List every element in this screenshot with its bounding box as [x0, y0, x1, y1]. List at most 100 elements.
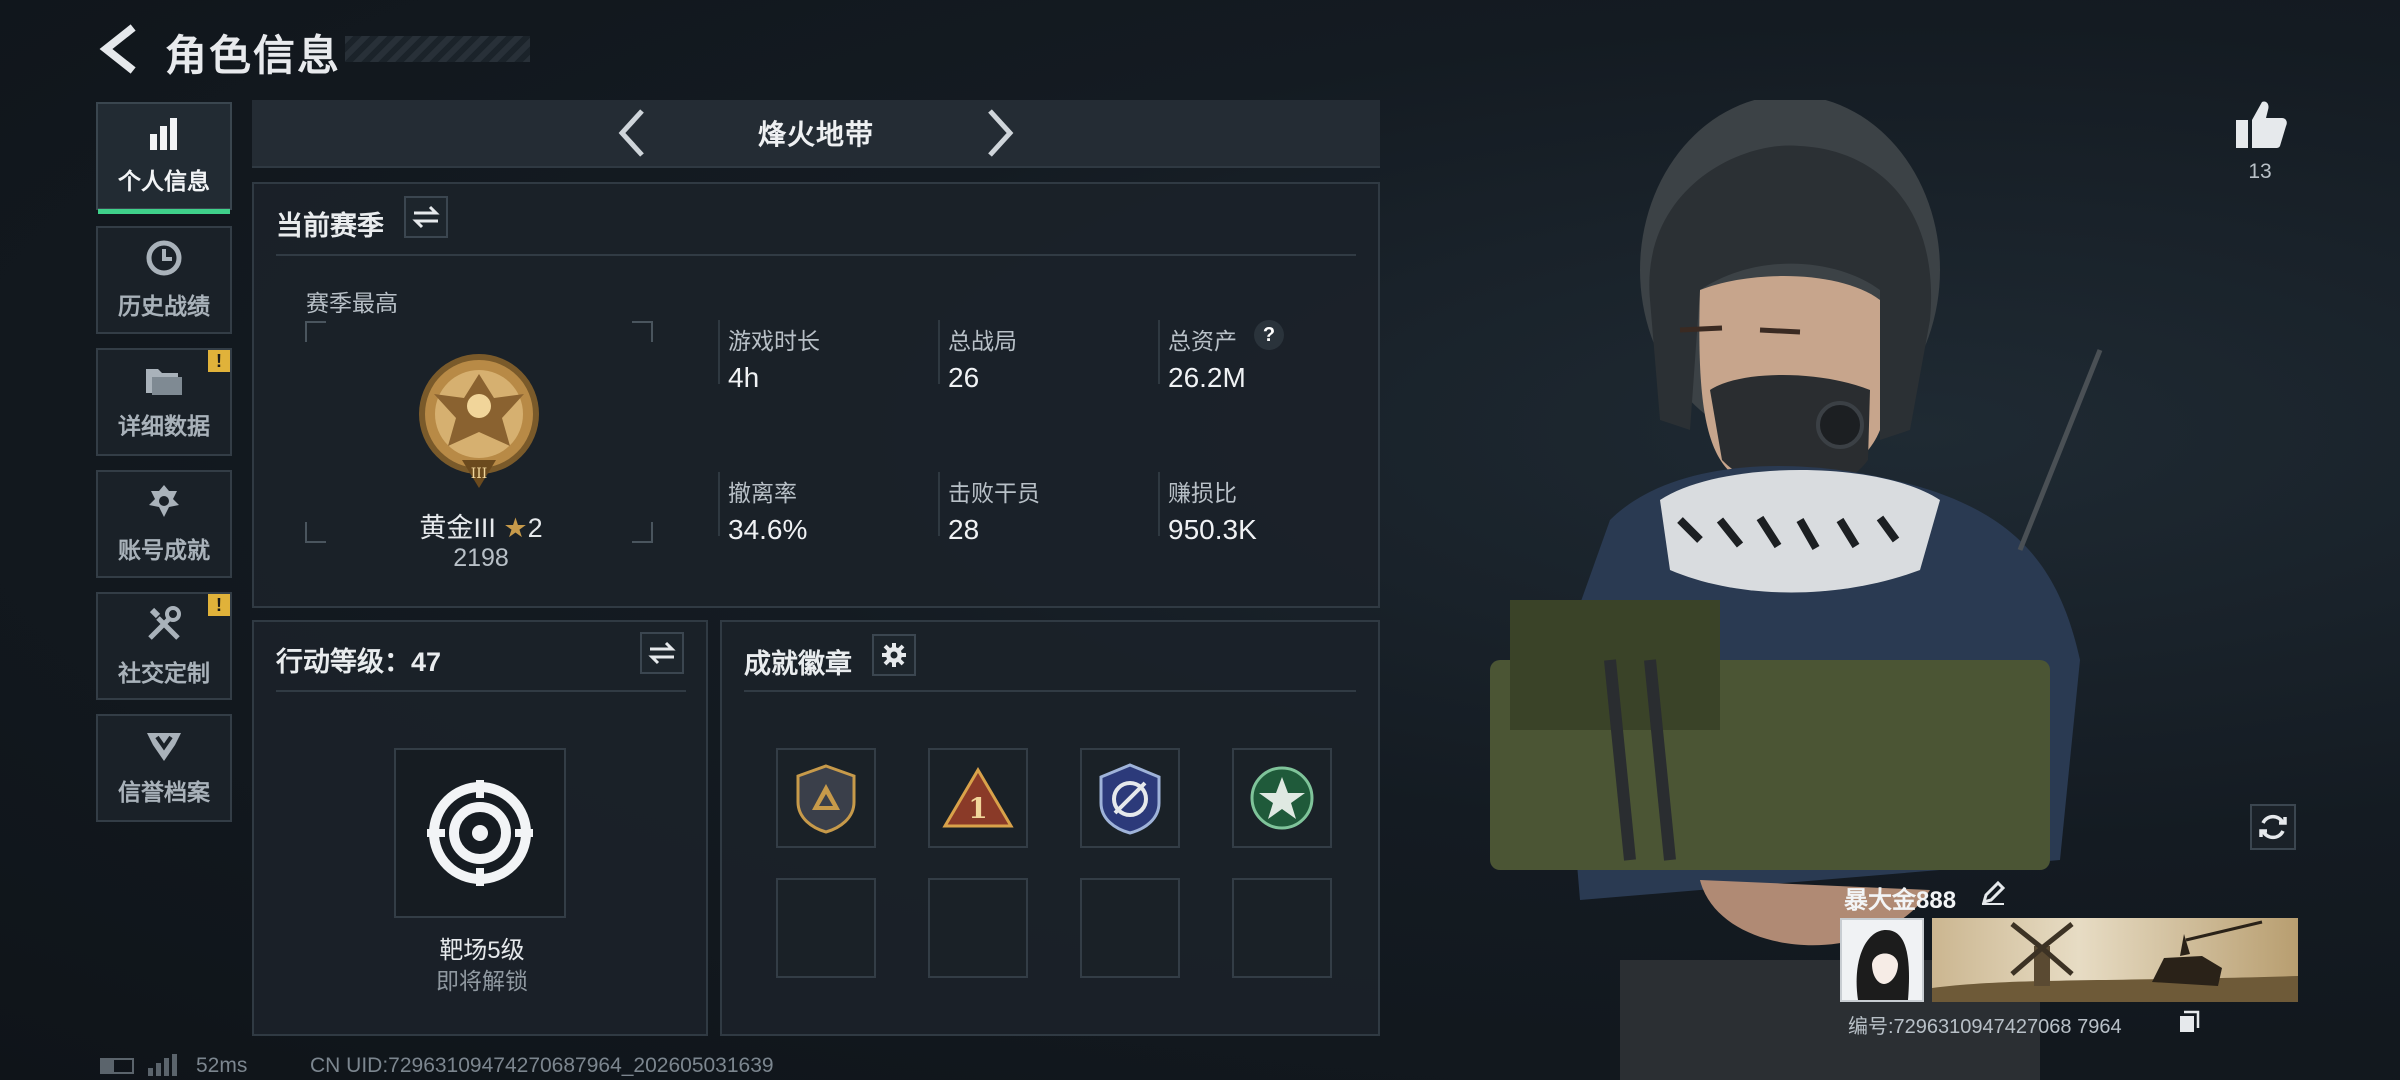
help-icon[interactable]: ?: [1254, 320, 1284, 350]
rank-stars: 2: [527, 513, 543, 543]
season-switch-button[interactable]: [404, 196, 448, 238]
chevron-right-icon: [988, 109, 1014, 157]
empty-badge-slot[interactable]: [1080, 878, 1180, 978]
back-button[interactable]: [96, 22, 140, 76]
next-mode-button[interactable]: [980, 105, 1020, 161]
sidebar-item-label: 详细数据: [118, 413, 210, 439]
sidebar-item-credit-record[interactable]: 信誉档案: [96, 714, 232, 822]
sidebar-item-social-custom[interactable]: ! 社交定制: [96, 592, 232, 700]
stat-value: 34.6%: [728, 514, 808, 545]
player-id: 编号:7296310947427068 7964: [1848, 1016, 2122, 1038]
target-icon: [427, 780, 533, 886]
season-best-label: 赛季最高: [306, 290, 398, 316]
season-panel: 当前赛季 赛季最高 III 黄金III ★2 2198 游戏时长 4h 总战局 …: [252, 182, 1380, 608]
range-unlock-slot[interactable]: [394, 748, 566, 918]
swap-icon: [412, 205, 440, 229]
stat-separator: [1158, 320, 1160, 384]
stat-value: 28: [948, 514, 980, 545]
star-wreath-badge-icon: [1250, 766, 1314, 830]
back-arrow-icon: [99, 24, 136, 74]
copy-icon: [2180, 1010, 2200, 1032]
avatar[interactable]: [1840, 918, 1924, 1002]
clock-icon: [146, 240, 182, 276]
signal-icon: [148, 1054, 177, 1076]
gear-icon: [882, 643, 906, 667]
shield-badge-icon: [796, 764, 856, 834]
triangle-badge-icon: 1: [942, 767, 1014, 828]
title-decoration: [345, 36, 530, 62]
empty-badge-slot[interactable]: [1232, 878, 1332, 978]
stat-value: 26.2M: [1168, 362, 1246, 393]
rank-points: 2198: [453, 544, 509, 572]
sidebar-item-personal-info[interactable]: 个人信息: [96, 102, 232, 214]
prev-mode-button[interactable]: [612, 105, 652, 161]
achievements-settings-button[interactable]: [872, 634, 916, 676]
sidebar-item-label: 历史战绩: [118, 293, 210, 319]
credit-icon: [147, 733, 181, 761]
stat-separator: [718, 320, 720, 384]
stat-separator: [938, 472, 940, 536]
unlock-item-status: 即将解锁: [436, 968, 528, 994]
mode-name: 烽火地带: [757, 119, 874, 150]
copy-id-button[interactable]: [2178, 1010, 2200, 1034]
stat-separator: [1158, 472, 1160, 536]
bar-chart-icon: [150, 118, 177, 150]
warning-badge: !: [208, 350, 230, 372]
rotate-icon: [2259, 814, 2287, 840]
player-name: 暴大金888: [1844, 887, 1957, 914]
section-divider: [276, 254, 1356, 256]
avatar-image: [1856, 930, 1910, 1000]
stat-label: 赚损比: [1168, 480, 1237, 506]
rotate-view-button[interactable]: [2250, 804, 2296, 850]
stat-label: 总战局: [948, 328, 1017, 354]
achievement-badge-slot[interactable]: [1232, 748, 1332, 848]
thumbs-up-icon: [2236, 101, 2287, 148]
gold-rank-emblem-icon: III: [419, 354, 539, 488]
emblem-badge-icon: [1099, 763, 1161, 835]
like-button[interactable]: [2232, 96, 2288, 152]
stat-value: 26: [948, 362, 980, 393]
stat-label: 撤离率: [728, 480, 797, 506]
achievement-badge-slot[interactable]: [1080, 748, 1180, 848]
empty-badge-slot[interactable]: [776, 878, 876, 978]
edit-name-button[interactable]: [1980, 880, 2006, 906]
folder-icon: [146, 369, 182, 395]
chevron-left-icon: [618, 109, 644, 157]
section-divider: [276, 690, 686, 692]
pencil-icon: [1981, 880, 2006, 905]
ping-value: 52ms: [196, 1054, 248, 1077]
achievement-badge-slot[interactable]: 1: [928, 748, 1028, 848]
empty-badge-slot[interactable]: [928, 878, 1028, 978]
svg-text:III: III: [471, 466, 488, 482]
unlock-item-name: 靶场5级: [439, 937, 525, 964]
sidebar-item-label: 信誉档案: [118, 779, 210, 805]
sidebar-item-label: 个人信息: [118, 168, 210, 194]
action-level-title: 行动等级：47: [276, 647, 442, 677]
name-card-banner[interactable]: [1932, 918, 2298, 1002]
achievements-panel: 成就徽章 1: [720, 620, 1380, 1036]
svg-text:1: 1: [968, 792, 987, 825]
mode-selector: 烽火地带: [252, 100, 1380, 168]
sidebar-item-history[interactable]: 历史战绩: [96, 226, 232, 334]
swap-icon: [648, 641, 676, 665]
stat-value: 4h: [728, 362, 760, 393]
action-level-switch-button[interactable]: [640, 632, 684, 674]
stat-separator: [938, 320, 940, 384]
section-divider: [744, 690, 1356, 692]
tools-icon: [148, 606, 181, 640]
achievement-icon: [149, 485, 179, 517]
stat-value: 950.3K: [1168, 514, 1257, 545]
achievement-badge-slot[interactable]: [776, 748, 876, 848]
sidebar-item-label: 账号成就: [118, 537, 210, 563]
uid-text: CN UID:72963109474270687964_202605031639: [310, 1054, 774, 1077]
like-count: 13: [2248, 160, 2272, 183]
sidebar-item-label: 社交定制: [118, 660, 210, 686]
sidebar-item-detailed-data[interactable]: ! 详细数据: [96, 348, 232, 456]
achievements-title: 成就徽章: [744, 649, 852, 679]
stat-separator: [718, 472, 720, 536]
rank-name: 黄金III: [419, 513, 496, 543]
stat-label: 游戏时长: [728, 328, 820, 354]
page-title: 角色信息: [165, 32, 342, 79]
sidebar-item-achievements[interactable]: 账号成就: [96, 470, 232, 578]
action-level-panel: 行动等级：47 靶场5级 即将解锁: [252, 620, 708, 1036]
